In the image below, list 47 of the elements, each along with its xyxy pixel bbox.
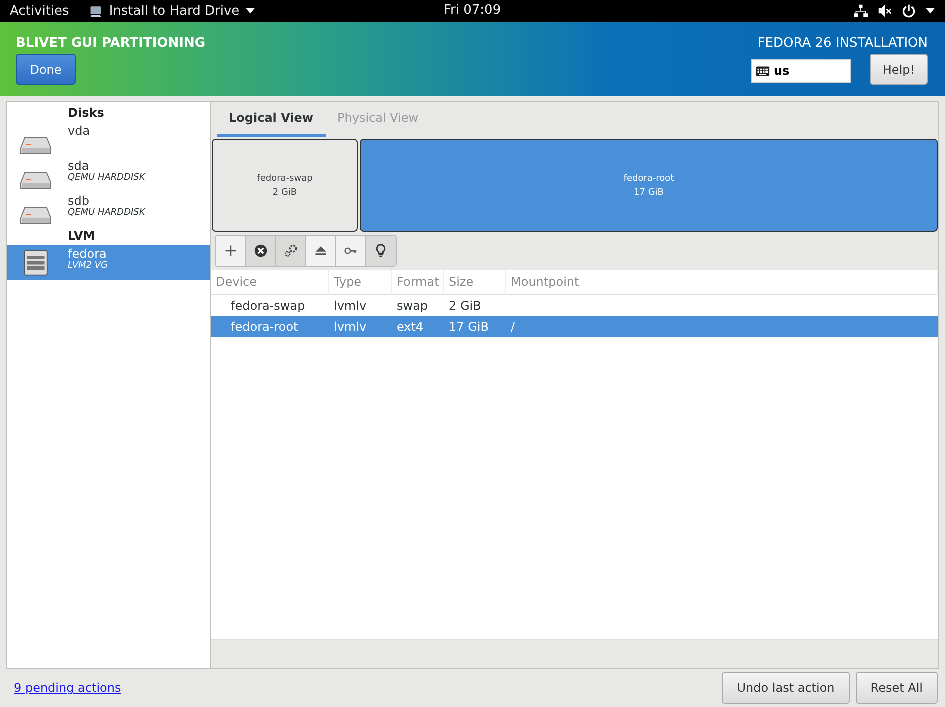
pending-actions-link[interactable]: 9 pending actions [14, 681, 122, 695]
table-cell-text: swap [396, 298, 430, 312]
keyboard-icon [756, 66, 770, 76]
section-heading: Disks [68, 106, 104, 120]
delete-button[interactable] [246, 236, 276, 266]
device-list-item[interactable]: sda QEMU HARDDISK [7, 157, 210, 192]
section-heading: LVM [68, 229, 96, 243]
power-icon[interactable] [902, 4, 916, 18]
activities-button[interactable]: Activities [10, 4, 70, 18]
clock[interactable]: Fri 07:09 [444, 3, 502, 18]
volume-muted-icon[interactable] [878, 4, 892, 18]
undo-button[interactable]: Undo last action [722, 672, 850, 704]
screen-title: BLIVET GUI PARTITIONING [16, 36, 206, 53]
column-header[interactable]: Size [444, 270, 506, 295]
help-button[interactable]: Help! [870, 54, 928, 85]
table-cell-text: lvmlv [333, 298, 368, 312]
add-icon [224, 244, 238, 258]
table-cell-text: 17 GiB [448, 320, 490, 334]
table-cell-text: ext4 [396, 320, 425, 334]
lightbulb-icon [374, 244, 388, 258]
keyboard-layout-field[interactable]: us [751, 59, 851, 83]
gears-icon [284, 244, 298, 258]
column-header[interactable]: Device [211, 270, 329, 295]
column-header[interactable]: Type [329, 270, 392, 295]
delete-icon [254, 244, 268, 258]
table-cell-text: fedora-swap [230, 298, 306, 312]
column-header[interactable]: Format [392, 270, 444, 295]
eject-icon [314, 244, 328, 258]
partition-block[interactable]: fedora-swap 2 GiB [212, 139, 358, 232]
edit-button[interactable] [276, 236, 306, 266]
device-list-item[interactable]: vda [7, 122, 210, 157]
column-header[interactable]: Mountpoint [506, 270, 938, 295]
table-cell-text: lvmlv [333, 320, 368, 334]
reset-all-button[interactable]: Reset All [856, 672, 938, 704]
table-cell-text: fedora-root [230, 320, 300, 334]
table-cell-text: 2 GiB [448, 298, 482, 312]
caret-icon [246, 8, 255, 14]
table-row[interactable]: fedora-swap lvmlv swap 2 GiB [211, 295, 938, 316]
table-cell-text: / [510, 320, 516, 334]
app-menu[interactable]: Install to Hard Drive [109, 4, 240, 18]
done-button[interactable]: Done [16, 54, 76, 85]
installer-icon [89, 4, 104, 18]
caret-icon[interactable] [926, 8, 935, 14]
network-icon[interactable] [854, 4, 868, 18]
device-list-item[interactable]: sdb QEMU HARDDISK [7, 192, 210, 227]
info-button[interactable] [366, 236, 396, 266]
product-title: FEDORA 26 INSTALLATION [758, 36, 928, 53]
